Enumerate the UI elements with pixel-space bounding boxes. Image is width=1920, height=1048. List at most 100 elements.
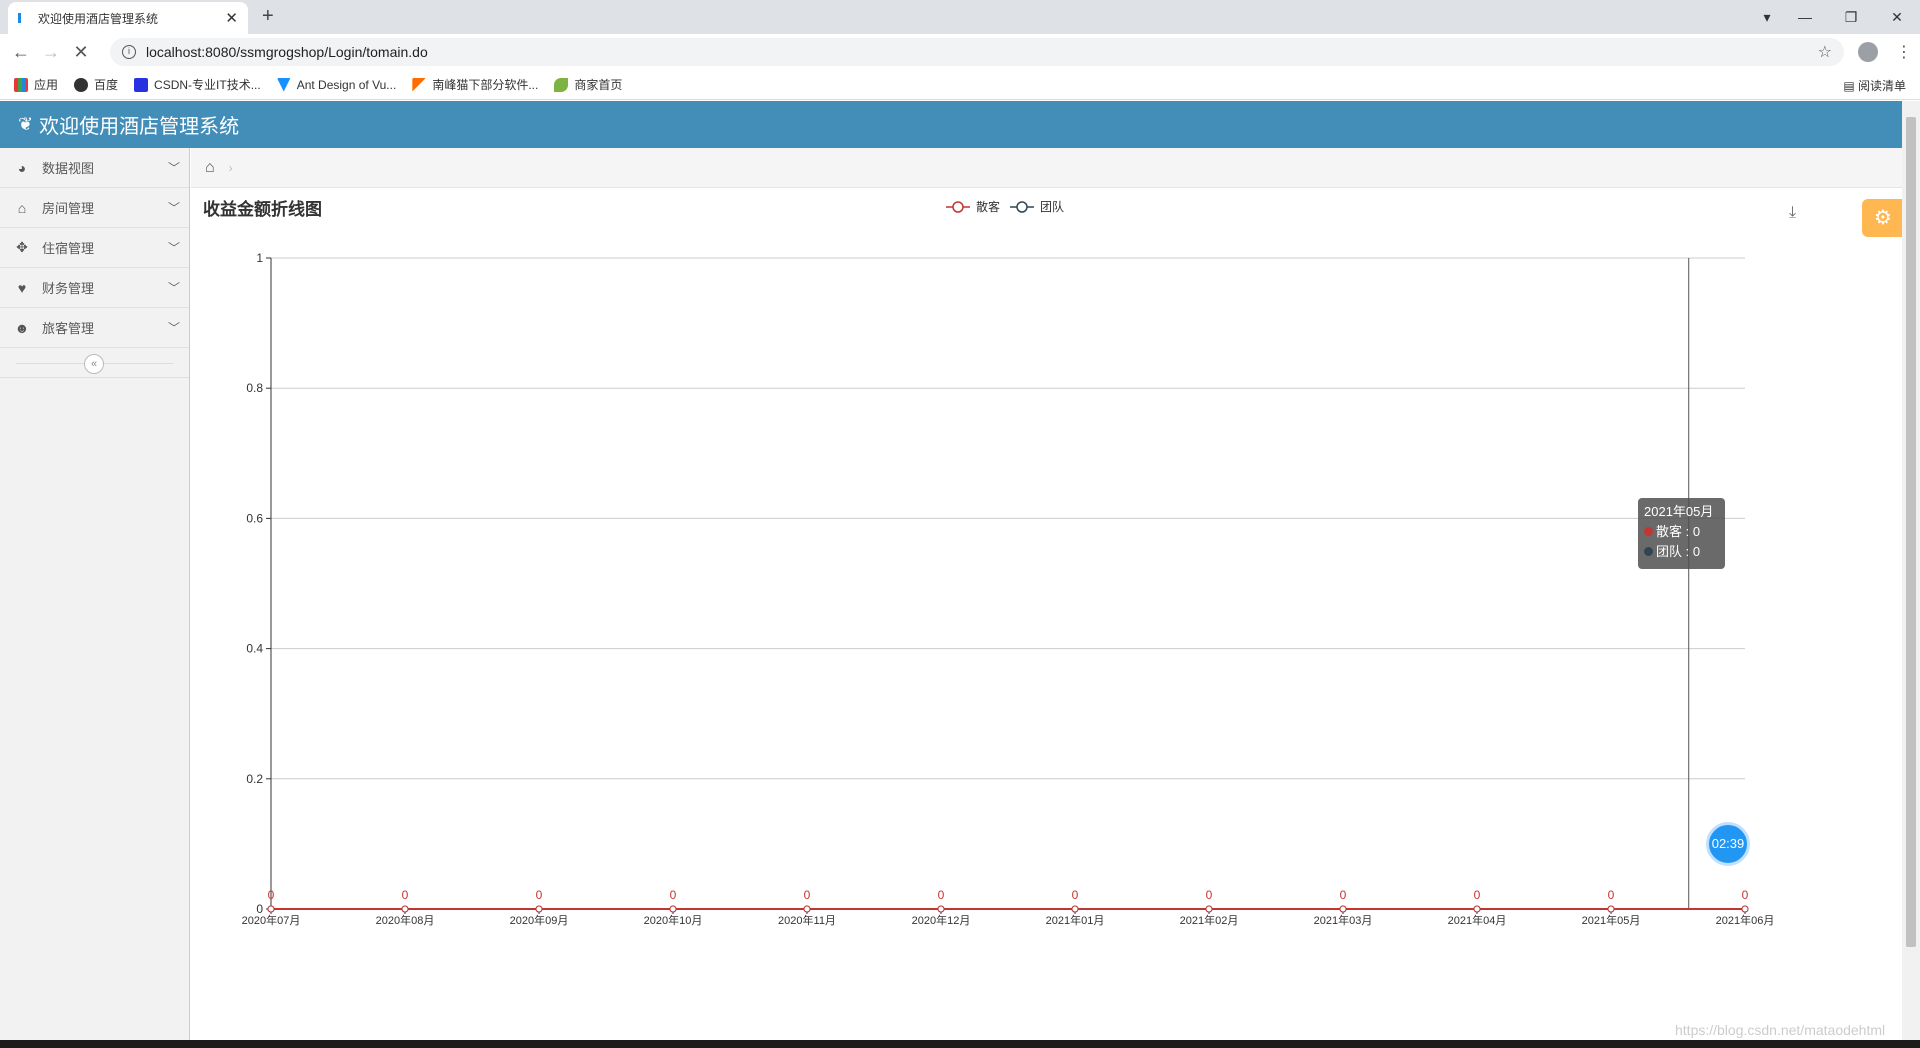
window-controls: ▾ — ❐ ✕ bbox=[1752, 0, 1920, 34]
chevron-down-icon: ﹀ bbox=[167, 241, 180, 255]
legend-label: 团队 bbox=[1040, 199, 1064, 214]
leaf-icon: ❦ bbox=[18, 114, 34, 134]
x-tick-label: 2020年08月 bbox=[376, 913, 435, 927]
new-tab-button[interactable]: + bbox=[262, 5, 274, 28]
collapse-sidebar-icon[interactable]: « bbox=[84, 354, 104, 374]
data-label: 0 bbox=[1608, 888, 1615, 902]
x-tick-label: 2021年05月 bbox=[1582, 913, 1641, 927]
sidebar-item-label: 住宿管理 bbox=[42, 241, 95, 256]
bookmark-csdn[interactable]: CSDN-专业IT技术... bbox=[134, 76, 261, 93]
data-label: 0 bbox=[402, 888, 409, 902]
home-icon[interactable]: ⌂ bbox=[205, 159, 215, 177]
minimize-icon[interactable]: — bbox=[1782, 9, 1828, 25]
x-tick-label: 2020年12月 bbox=[912, 913, 971, 927]
data-point bbox=[1607, 905, 1615, 913]
app-header: ❦ 欢迎使用酒店管理系统 bbox=[0, 101, 1902, 148]
close-tab-icon[interactable]: ✕ bbox=[225, 9, 238, 27]
bookmark-star-icon[interactable]: ☆ bbox=[1818, 42, 1832, 62]
tooltip-title: 2021年05月 bbox=[1644, 504, 1714, 519]
data-point bbox=[1741, 905, 1749, 913]
data-point bbox=[1205, 905, 1213, 913]
chevron-down-icon: ﹀ bbox=[167, 321, 180, 335]
reload-icon[interactable]: ✕ bbox=[66, 42, 96, 63]
profile-avatar[interactable] bbox=[1858, 42, 1878, 62]
bookmark-apps[interactable]: 应用 bbox=[14, 76, 58, 93]
sidebar-item-label: 旅客管理 bbox=[42, 321, 95, 336]
legend-label: 散客 bbox=[976, 199, 1000, 214]
paw-icon bbox=[134, 77, 149, 92]
sidebar: ◕ 数据视图 ﹀ ⌂ 房间管理 ﹀ ✥ 住宿管理 ﹀ ♥ 财务管理 ﹀ ☻ 旅客… bbox=[0, 148, 190, 1040]
series-dot bbox=[1644, 527, 1653, 536]
data-label: 0 bbox=[1742, 888, 1749, 902]
data-label: 0 bbox=[1072, 888, 1079, 902]
x-tick-label: 2021年04月 bbox=[1448, 913, 1507, 927]
y-tick-label: 0 bbox=[256, 902, 263, 916]
watermark: https://blog.csdn.net/mataodehtml bbox=[1675, 1022, 1886, 1038]
bookmark-antd[interactable]: Ant Design of Vu... bbox=[276, 77, 396, 92]
address-bar[interactable]: i localhost:8080/ssmgrogshop/Login/tomai… bbox=[110, 38, 1844, 66]
settings-gear-icon[interactable]: ⚙ bbox=[1862, 199, 1904, 237]
chart-tooltip: 2021年05月 散客 : 0 团队 : 0 bbox=[1638, 498, 1725, 569]
main-content: 收益金额折线图 散客 团队 ⤓ 0 0.2 0.4 0.6 0.8 1 2020年07月 2020年0… bbox=[191, 189, 1902, 1040]
tab-title: 欢迎使用酒店管理系统 bbox=[38, 11, 159, 26]
data-point bbox=[803, 905, 811, 913]
apps-grid-icon bbox=[14, 77, 28, 92]
sidebar-item-lodging[interactable]: ✥ 住宿管理 ﹀ bbox=[0, 228, 189, 268]
data-point bbox=[401, 905, 409, 913]
browser-tab[interactable]: 欢迎使用酒店管理系统 ✕ bbox=[8, 2, 248, 34]
forward-icon[interactable]: → bbox=[36, 42, 66, 63]
data-label: 0 bbox=[938, 888, 945, 902]
data-point bbox=[535, 905, 543, 913]
bookmark-baidu[interactable]: 百度 bbox=[74, 76, 118, 93]
back-icon[interactable]: ← bbox=[6, 42, 36, 63]
chart-title: 收益金额折线图 bbox=[203, 199, 322, 219]
globe-icon bbox=[74, 77, 89, 92]
y-tick-label: 0.4 bbox=[246, 642, 263, 656]
heart-icon: ♥ bbox=[17, 279, 27, 296]
x-tick-label: 2020年10月 bbox=[644, 913, 703, 927]
timer-badge[interactable]: 02:39 bbox=[1706, 822, 1750, 866]
reading-list-button[interactable]: ▤ 阅读清单 bbox=[1843, 77, 1906, 94]
data-label: 0 bbox=[1206, 888, 1213, 902]
y-tick-label: 0.2 bbox=[246, 772, 263, 786]
sidebar-item-finance[interactable]: ♥ 财务管理 ﹀ bbox=[0, 268, 189, 308]
legend-marker bbox=[952, 201, 964, 213]
bookmark-nanfeng[interactable]: 南峰猫下部分软件... bbox=[412, 76, 538, 93]
close-window-icon[interactable]: ✕ bbox=[1874, 9, 1920, 26]
data-label: 0 bbox=[536, 888, 543, 902]
data-point bbox=[1339, 905, 1347, 913]
sidebar-item-data-view[interactable]: ◕ 数据视图 ﹀ bbox=[0, 148, 189, 188]
scrollbar-thumb[interactable] bbox=[1906, 117, 1916, 947]
info-icon[interactable]: i bbox=[122, 45, 136, 59]
x-tick-label: 2020年07月 bbox=[242, 913, 301, 927]
y-tick-label: 1 bbox=[256, 251, 263, 265]
legend-marker bbox=[1016, 201, 1028, 213]
vertical-scrollbar[interactable] bbox=[1902, 101, 1920, 1040]
sidebar-item-rooms[interactable]: ⌂ 房间管理 ﹀ bbox=[0, 188, 189, 228]
series-dot bbox=[1644, 547, 1653, 556]
download-icon: ⤓ bbox=[1789, 204, 1796, 221]
chevron-right-icon: › bbox=[228, 160, 233, 175]
data-label: 0 bbox=[804, 888, 811, 902]
data-label: 0 bbox=[1340, 888, 1347, 902]
y-tick-label: 0.8 bbox=[246, 381, 263, 395]
x-tick-label: 2021年01月 bbox=[1046, 913, 1105, 927]
leaf-icon bbox=[554, 77, 569, 92]
taskbar bbox=[0, 1040, 1920, 1048]
sidebar-item-label: 房间管理 bbox=[42, 201, 95, 216]
browser-toolbar: ← → ✕ i localhost:8080/ssmgrogshop/Login… bbox=[0, 34, 1920, 70]
flag-icon bbox=[412, 77, 427, 92]
chevron-down-icon: ﹀ bbox=[167, 281, 180, 295]
url-text[interactable]: localhost:8080/ssmgrogshop/Login/tomain.… bbox=[146, 44, 1818, 60]
sidebar-item-guests[interactable]: ☻ 旅客管理 ﹀ bbox=[0, 308, 189, 348]
maximize-icon[interactable]: ❐ bbox=[1828, 9, 1874, 26]
bookmark-shop[interactable]: 商家首页 bbox=[554, 76, 622, 93]
data-point bbox=[1071, 905, 1079, 913]
app-title[interactable]: 欢迎使用酒店管理系统 bbox=[39, 110, 239, 139]
tooltip-row-2: 团队 : 0 bbox=[1656, 544, 1701, 559]
revenue-line-chart: 收益金额折线图 散客 团队 ⤓ 0 0.2 0.4 0.6 0.8 1 2020年07月 2020年0… bbox=[203, 199, 1796, 927]
y-tick-label: 0.6 bbox=[246, 511, 263, 525]
tab-search-icon[interactable]: ▾ bbox=[1752, 9, 1782, 26]
menu-kebab-icon[interactable]: ⋮ bbox=[1896, 42, 1912, 62]
x-tick-label: 2020年11月 bbox=[778, 913, 836, 927]
